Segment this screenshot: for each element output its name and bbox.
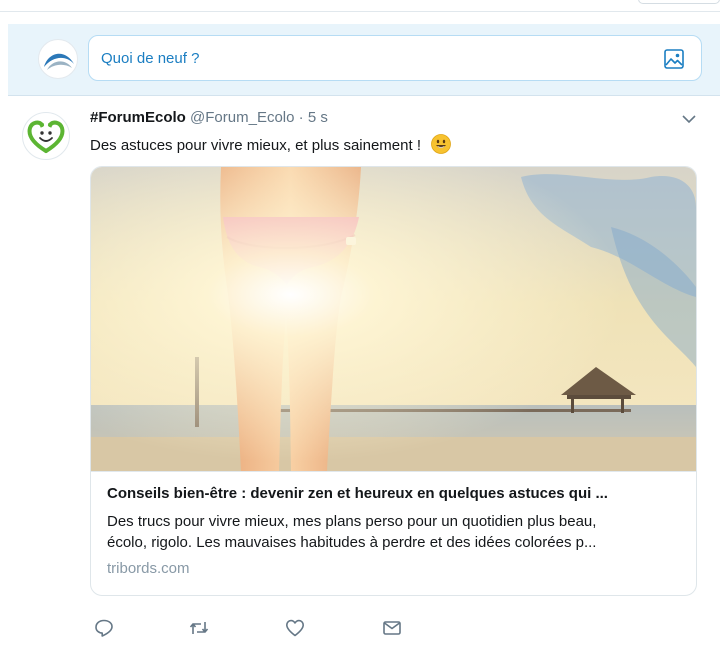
card-domain: tribords.com	[107, 560, 190, 577]
card-description-line: écolo, rigolo. Les mauvaises habitudes à…	[107, 534, 597, 551]
reply-icon[interactable]	[94, 618, 114, 638]
card-title[interactable]: Conseils bien-être : devenir zen et heur…	[107, 485, 680, 502]
tweet-composer: Quoi de neuf ?	[8, 24, 720, 96]
author-handle[interactable]: @Forum_Ecolo	[190, 109, 294, 126]
logo-avatar-icon	[44, 53, 74, 70]
tweet-actions	[94, 618, 414, 642]
card-description-line: Des trucs pour vivre mieux, mes plans pe…	[107, 513, 597, 530]
tweet-header: #ForumEcolo @Forum_Ecolo · 5 s	[90, 109, 328, 126]
image-icon[interactable]	[663, 48, 685, 70]
link-card[interactable]: Conseils bien-être : devenir zen et heur…	[90, 166, 697, 596]
compose-placeholder: Quoi de neuf ?	[101, 50, 200, 67]
message-icon[interactable]	[382, 618, 402, 638]
tweet: #ForumEcolo @Forum_Ecolo · 5 s Des astuc…	[8, 96, 720, 662]
user-avatar[interactable]	[38, 39, 78, 79]
card-description: Des trucs pour vivre mieux, mes plans pe…	[107, 511, 680, 553]
author-name[interactable]: #ForumEcolo	[90, 109, 186, 126]
card-text: Conseils bien-être : devenir zen et heur…	[91, 471, 696, 595]
top-strip	[0, 0, 720, 12]
heart-logo-icon	[27, 120, 65, 153]
chevron-down-icon[interactable]	[682, 114, 696, 124]
compose-input[interactable]: Quoi de neuf ?	[88, 35, 702, 81]
retweet-icon[interactable]	[189, 618, 209, 638]
tweet-text-content: Des astuces pour vivre mieux, et plus sa…	[90, 137, 421, 154]
tweet-author-avatar[interactable]	[22, 112, 70, 160]
tweet-text: Des astuces pour vivre mieux, et plus sa…	[90, 134, 452, 154]
card-image	[91, 167, 696, 471]
header-separator: ·	[298, 109, 304, 126]
smiley-emoji-icon	[431, 134, 452, 154]
search-box-edge	[638, 0, 720, 4]
tweet-timestamp[interactable]: 5 s	[308, 109, 328, 126]
like-icon[interactable]	[285, 618, 305, 638]
